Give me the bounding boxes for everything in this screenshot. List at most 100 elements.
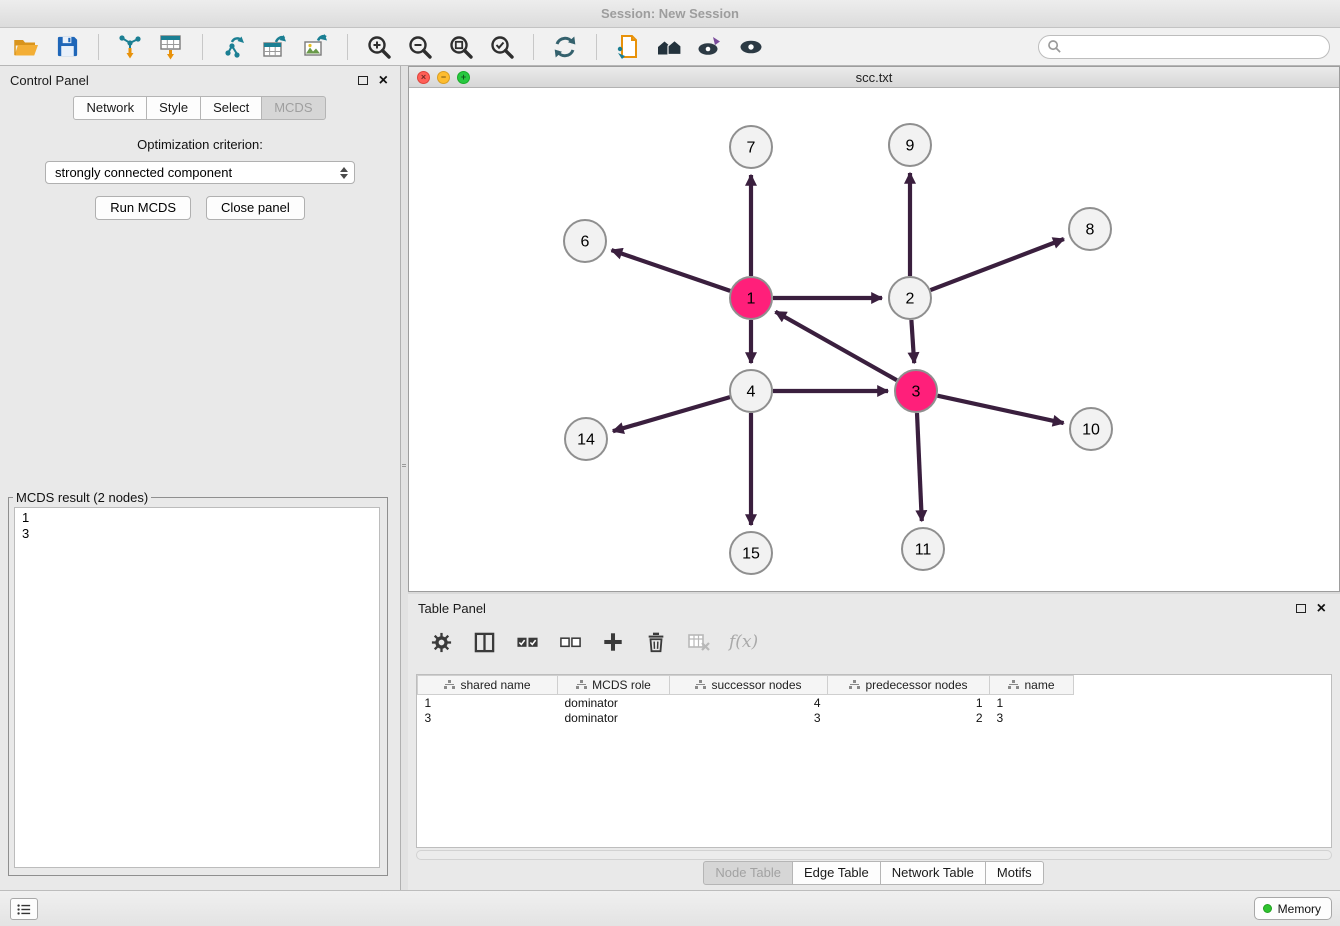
float-window-icon[interactable] [358, 76, 368, 85]
select-all-button[interactable] [514, 629, 540, 655]
node-1[interactable]: 1 [730, 277, 772, 319]
tab-style[interactable]: Style [146, 96, 201, 120]
status-bar: Memory [0, 890, 1340, 926]
horizontal-scrollbar[interactable] [416, 850, 1332, 860]
memory-button[interactable]: Memory [1254, 897, 1332, 920]
search-input[interactable] [1067, 38, 1321, 55]
export-network-button[interactable] [218, 31, 250, 63]
column-label: successor nodes [711, 678, 801, 692]
clipboard-network-button[interactable] [612, 31, 644, 63]
node-6[interactable]: 6 [564, 220, 606, 262]
eye-button[interactable] [735, 31, 767, 63]
close-icon[interactable]: × [1317, 604, 1326, 614]
table-row[interactable]: 1dominator411 [418, 695, 1074, 711]
node-10[interactable]: 10 [1070, 408, 1112, 450]
node-9[interactable]: 9 [889, 124, 931, 166]
zoom-in-button[interactable] [363, 31, 395, 63]
table-tab-node-table[interactable]: Node Table [703, 861, 793, 885]
cell-predecessor-nodes[interactable]: 1 [828, 695, 990, 711]
houses-button[interactable] [653, 31, 685, 63]
close-window-icon[interactable]: × [417, 71, 430, 84]
tab-network[interactable]: Network [73, 96, 147, 120]
column-header-shared-name[interactable]: shared name [418, 676, 558, 695]
eye-icon [738, 34, 764, 60]
node-14[interactable]: 14 [565, 418, 607, 460]
table-tab-edge-table[interactable]: Edge Table [792, 861, 881, 885]
eye-paint-button[interactable] [694, 31, 726, 63]
task-history-button[interactable] [10, 898, 38, 920]
import-table-button[interactable] [155, 31, 187, 63]
run-mcds-button[interactable]: Run MCDS [95, 196, 191, 220]
node-4[interactable]: 4 [730, 370, 772, 412]
function-builder-button[interactable]: f(x) [729, 629, 758, 655]
edge-2-3[interactable] [911, 320, 914, 363]
delete-row-button[interactable] [643, 629, 669, 655]
node-2[interactable]: 2 [889, 277, 931, 319]
show-columns-button[interactable] [471, 629, 497, 655]
minimize-window-icon[interactable]: − [437, 71, 450, 84]
delete-table-button[interactable] [686, 629, 712, 655]
table-tab-network-table[interactable]: Network Table [880, 861, 986, 885]
open-folder-icon [13, 34, 39, 60]
deselect-all-icon [559, 631, 582, 654]
zoom-selected-button[interactable] [486, 31, 518, 63]
control-panel-tabs: NetworkStyleSelectMCDS [0, 96, 400, 120]
cell-shared-name[interactable]: 1 [418, 695, 558, 711]
maximize-window-icon[interactable]: + [457, 71, 470, 84]
float-window-icon[interactable] [1296, 604, 1306, 613]
close-panel-button[interactable]: Close panel [206, 196, 305, 220]
network-canvas[interactable]: 7 9 6 8 1 2 4 3 14 10 15 11 [409, 88, 1339, 591]
cell-name[interactable]: 1 [990, 695, 1074, 711]
cell-name[interactable]: 3 [990, 710, 1074, 725]
cell-mcds-role[interactable]: dominator [558, 695, 670, 711]
zoom-out-button[interactable] [404, 31, 436, 63]
column-header-predecessor-nodes[interactable]: predecessor nodes [828, 676, 990, 695]
mcds-result-list[interactable]: 13 [14, 507, 380, 868]
tab-select[interactable]: Select [200, 96, 262, 120]
search-icon [1047, 39, 1062, 54]
column-header-successor-nodes[interactable]: successor nodes [670, 676, 828, 695]
toolbar-separator [347, 34, 348, 60]
node-table-grid: shared name MCDS role successor nodes prede… [417, 675, 1074, 725]
edge-4-14[interactable] [613, 397, 730, 431]
add-row-button[interactable] [600, 629, 626, 655]
edge-2-8[interactable] [931, 239, 1064, 290]
criterion-select[interactable]: strongly connected component [45, 161, 355, 184]
edge-3-11[interactable] [917, 413, 922, 521]
export-image-button[interactable] [300, 31, 332, 63]
table-row[interactable]: 3dominator323 [418, 710, 1074, 725]
refresh-button[interactable] [549, 31, 581, 63]
column-header-mcds-role[interactable]: MCDS role [558, 676, 670, 695]
close-icon[interactable]: × [379, 76, 388, 86]
vertical-splitter[interactable] [401, 66, 408, 890]
import-network-button[interactable] [114, 31, 146, 63]
column-tree-icon [695, 680, 706, 690]
node-11[interactable]: 11 [902, 528, 944, 570]
table-tab-motifs[interactable]: Motifs [985, 861, 1044, 885]
node-3[interactable]: 3 [895, 370, 937, 412]
cell-successor-nodes[interactable]: 4 [670, 695, 828, 711]
export-table-button[interactable] [259, 31, 291, 63]
open-file-button[interactable] [10, 31, 42, 63]
column-header-name[interactable]: name [990, 676, 1074, 695]
edge-3-1[interactable] [775, 312, 896, 381]
node-7[interactable]: 7 [730, 126, 772, 168]
network-window: × − + scc.txt 7968124314101511 [408, 66, 1340, 592]
column-label: shared name [460, 678, 530, 692]
table-settings-button[interactable] [428, 629, 454, 655]
tab-mcds[interactable]: MCDS [261, 96, 325, 120]
node-15[interactable]: 15 [730, 532, 772, 574]
save-session-button[interactable] [51, 31, 83, 63]
zoom-fit-button[interactable] [445, 31, 477, 63]
edge-3-10[interactable] [938, 396, 1064, 423]
node-8[interactable]: 8 [1069, 208, 1111, 250]
cell-predecessor-nodes[interactable]: 2 [828, 710, 990, 725]
export-image-icon [303, 34, 329, 60]
memory-label: Memory [1278, 902, 1321, 916]
deselect-all-button[interactable] [557, 629, 583, 655]
edge-1-6[interactable] [612, 250, 731, 291]
table-toolbar: f(x) [428, 626, 1340, 658]
cell-mcds-role[interactable]: dominator [558, 710, 670, 725]
cell-shared-name[interactable]: 3 [418, 710, 558, 725]
cell-successor-nodes[interactable]: 3 [670, 710, 828, 725]
